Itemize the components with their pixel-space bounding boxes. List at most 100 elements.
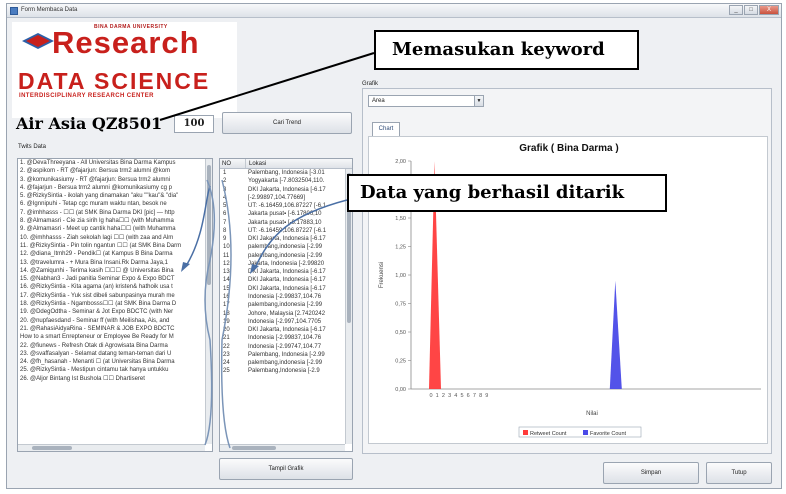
row-location-cell: Indonesia [-2.997,104.7705	[248, 318, 322, 325]
table-header: NO Lokasi	[220, 159, 352, 169]
row-location-cell: DKI Jakarta, Indonesia [-6.17	[248, 269, 326, 276]
table-body: 1 Palembang, Indonesia [-3.01 2 Yogyakarta …	[220, 169, 352, 376]
row-number-cell: 4	[223, 194, 227, 201]
tweet-count-input[interactable]: 100	[174, 115, 214, 133]
column-header-lokasi[interactable]: Lokasi	[246, 159, 352, 168]
row-location-cell: Yogyakarta [-7.8032504,110.	[248, 178, 325, 185]
row-number-cell: 15	[223, 285, 230, 292]
twit-line: 24. @fh_hasanah - Menanti ☐ (at Universi…	[20, 359, 175, 366]
row-number-cell: 1	[223, 170, 227, 176]
row-number-cell: 11	[223, 252, 230, 259]
row-location-cell: Jakarta, Indonesia [-2.99820	[248, 260, 325, 267]
scroll-thumb[interactable]	[207, 165, 211, 285]
table-row[interactable]: 24 palembang,indonesia [-2.99	[220, 359, 352, 367]
tampil-grafik-button[interactable]: Tampil Grafik	[219, 458, 353, 480]
maximize-button[interactable]: □	[744, 5, 758, 15]
twit-line: 11. @RizkySintia - Pin tolin ngantun ☐☐ …	[20, 242, 182, 249]
legend-label-0: Retweet Count	[530, 431, 567, 437]
row-number-cell: 19	[223, 318, 230, 325]
twits-horizontal-scrollbar[interactable]	[18, 444, 205, 451]
row-location-cell: Palembang,Indonesia [-2.9	[248, 368, 320, 375]
table-row[interactable]: 14 DKI Jakarta, Indonesia [-6.17	[220, 276, 352, 284]
table-row[interactable]: 15 DKI Jakarta, Indonesia [-6.17	[220, 285, 352, 293]
twit-line: 12. @diana_ltmh29 - Pendik☐ (at Kampus B…	[20, 251, 173, 258]
table-row[interactable]: 6 Jakarta pusat▪ [-6.17806,10	[220, 210, 352, 218]
tutup-button[interactable]: Tutup	[706, 462, 772, 484]
table-row[interactable]: 18 Johore, Malaysia [2.7420242	[220, 310, 352, 318]
table-row[interactable]: 21 Indonesia [-2.99837,104.76	[220, 334, 352, 342]
dropdown-arrow-icon[interactable]: ▼	[474, 96, 483, 106]
twits-textarea[interactable]: 1. @DevaThreeyana - All Universitas Bina…	[17, 158, 213, 452]
row-location-cell: palembang,indonesia [-2.99	[248, 244, 323, 251]
table-row[interactable]: 16 Indonesia [-2.99837,104.76	[220, 293, 352, 301]
twit-line: 19. @DdegOdtha - Seminar & Jot Expo BDCT…	[20, 309, 174, 316]
scroll-thumb[interactable]	[232, 446, 276, 450]
table-row[interactable]: 17 palembang,indonesia [-2.99	[220, 301, 352, 309]
table-row[interactable]: 2 Yogyakarta [-7.8032504,110.	[220, 177, 352, 185]
x-tick-label: 8	[479, 393, 482, 399]
table-row[interactable]: 10 palembang,indonesia [-2.99	[220, 243, 352, 251]
table-row[interactable]: 22 Indonesia [-2.99747,104.77	[220, 343, 352, 351]
table-row[interactable]: 11 palembang,indonesia [-2.99	[220, 252, 352, 260]
table-row[interactable]: 23 Palembang, Indonesia [-2.99	[220, 351, 352, 359]
row-location-cell: ÜT: -6.16459,106.87227 [-6.1	[248, 227, 327, 234]
keyword-input[interactable]: Air Asia QZ8501	[16, 114, 162, 133]
callout-memasukan-keyword: Memasukan keyword	[374, 30, 639, 70]
legend-swatch-1	[583, 430, 588, 435]
column-header-no[interactable]: NO	[220, 159, 246, 168]
tab-chart[interactable]: Chart	[372, 122, 400, 136]
table-row[interactable]: 13 DKI Jakarta, Indonesia [-6.17	[220, 268, 352, 276]
logo-data-science-text: DATA SCIENCE	[18, 68, 211, 94]
table-row[interactable]: 20 DKI Jakarta, Indonesia [-6.17	[220, 326, 352, 334]
twit-line: 23. @svaffasalyan - Selamat datang teman…	[20, 350, 172, 357]
row-location-cell: palembang,indonesia [-2.99	[248, 360, 323, 367]
cari-trend-button[interactable]: Cari Trend	[222, 112, 352, 134]
twit-line: 15. @Nabhan3 - Jadi panitia Seminar Expo…	[20, 276, 175, 283]
table-row[interactable]: 12 Jakarta, Indonesia [-2.99820	[220, 260, 352, 268]
y-tick-label: 0,75	[395, 302, 406, 308]
twit-line: 16. @RizkySintia - Kita agama (an) krist…	[20, 284, 173, 291]
scroll-thumb[interactable]	[32, 446, 72, 450]
table-row[interactable]: 9 DKI Jakarta, Indonesia [-6.17	[220, 235, 352, 243]
twit-line: 21. @RahasiAidyaRina - SEMINAR & JOB EXP…	[20, 325, 175, 332]
table-horizontal-scrollbar[interactable]	[220, 444, 345, 451]
y-tick-label: 1,50	[395, 216, 406, 222]
x-tick-label: 7	[473, 393, 476, 399]
location-table[interactable]: NO Lokasi 1 Palembang, Indonesia [-3.01 2 Y…	[219, 158, 353, 452]
legend-swatch-0	[523, 430, 528, 435]
table-row[interactable]: 7 Jakarta pusat▪ [-6.17883,10	[220, 219, 352, 227]
row-number-cell: 2	[223, 178, 227, 185]
twits-vertical-scrollbar[interactable]	[205, 159, 212, 444]
window-title: Form Membaca Data	[21, 7, 78, 13]
simpan-button[interactable]: Simpan	[603, 462, 699, 484]
table-row[interactable]: 25 Palembang,Indonesia [-2.9	[220, 367, 352, 375]
row-location-cell: DKI Jakarta, Indonesia [-6.17	[248, 277, 326, 284]
row-location-cell: palembang,indonesia [-2.99	[248, 252, 323, 259]
close-button[interactable]: X	[759, 5, 779, 15]
x-tick-label: 1	[436, 393, 439, 399]
title-bar[interactable]: Form Membaca Data _ □ X	[7, 4, 781, 18]
table-row[interactable]: 19 Indonesia [-2.997,104.7705	[220, 318, 352, 326]
chart-type-select[interactable]: Area ▼	[368, 95, 484, 107]
x-tick-label: 2	[442, 393, 445, 399]
logo-subtitle-text: INTERDISCIPLINARY RESEARCH CENTER	[19, 93, 154, 99]
table-row[interactable]: 8 ÜT: -6.16459,106.87227 [-6.1	[220, 227, 352, 235]
table-row[interactable]: 4 [-2.99897,104.77669]	[220, 194, 352, 202]
row-number-cell: 18	[223, 310, 230, 317]
x-tick-label: 5	[460, 393, 463, 399]
twit-line: 3. @komunikasiumy - RT @fajarjun: Bersua…	[20, 176, 171, 183]
research-logo: BINA DARMA UNIVERSITY Research DATA SCIE…	[12, 22, 237, 118]
table-row[interactable]: 5 ÜT: -6.16459,106.87227 [-6.1	[220, 202, 352, 210]
logo-emblem-icon	[22, 33, 54, 49]
table-row[interactable]: 3 DKI Jakarta, Indonesia [-6.17	[220, 186, 352, 194]
series-area-1	[609, 280, 622, 389]
row-number-cell: 6	[223, 211, 227, 218]
twit-line: How to a smart Enrepteneur or Employee B…	[20, 334, 174, 341]
twit-line: 6. @Ignnipuhi - Tetap cgc muram waktu nt…	[20, 201, 167, 208]
twit-line: 17. @RizkySintia - Yuk sist dibeli sabun…	[20, 292, 175, 299]
twit-line: 26. @Aljor Bintang Ist Bushola ☐☐ Dharti…	[20, 375, 145, 382]
row-location-cell: Palembang, Indonesia [-3.01	[248, 170, 325, 176]
table-row[interactable]: 1 Palembang, Indonesia [-3.01	[220, 169, 352, 177]
y-tick-label: 0,25	[395, 359, 406, 365]
minimize-button[interactable]: _	[729, 5, 743, 15]
